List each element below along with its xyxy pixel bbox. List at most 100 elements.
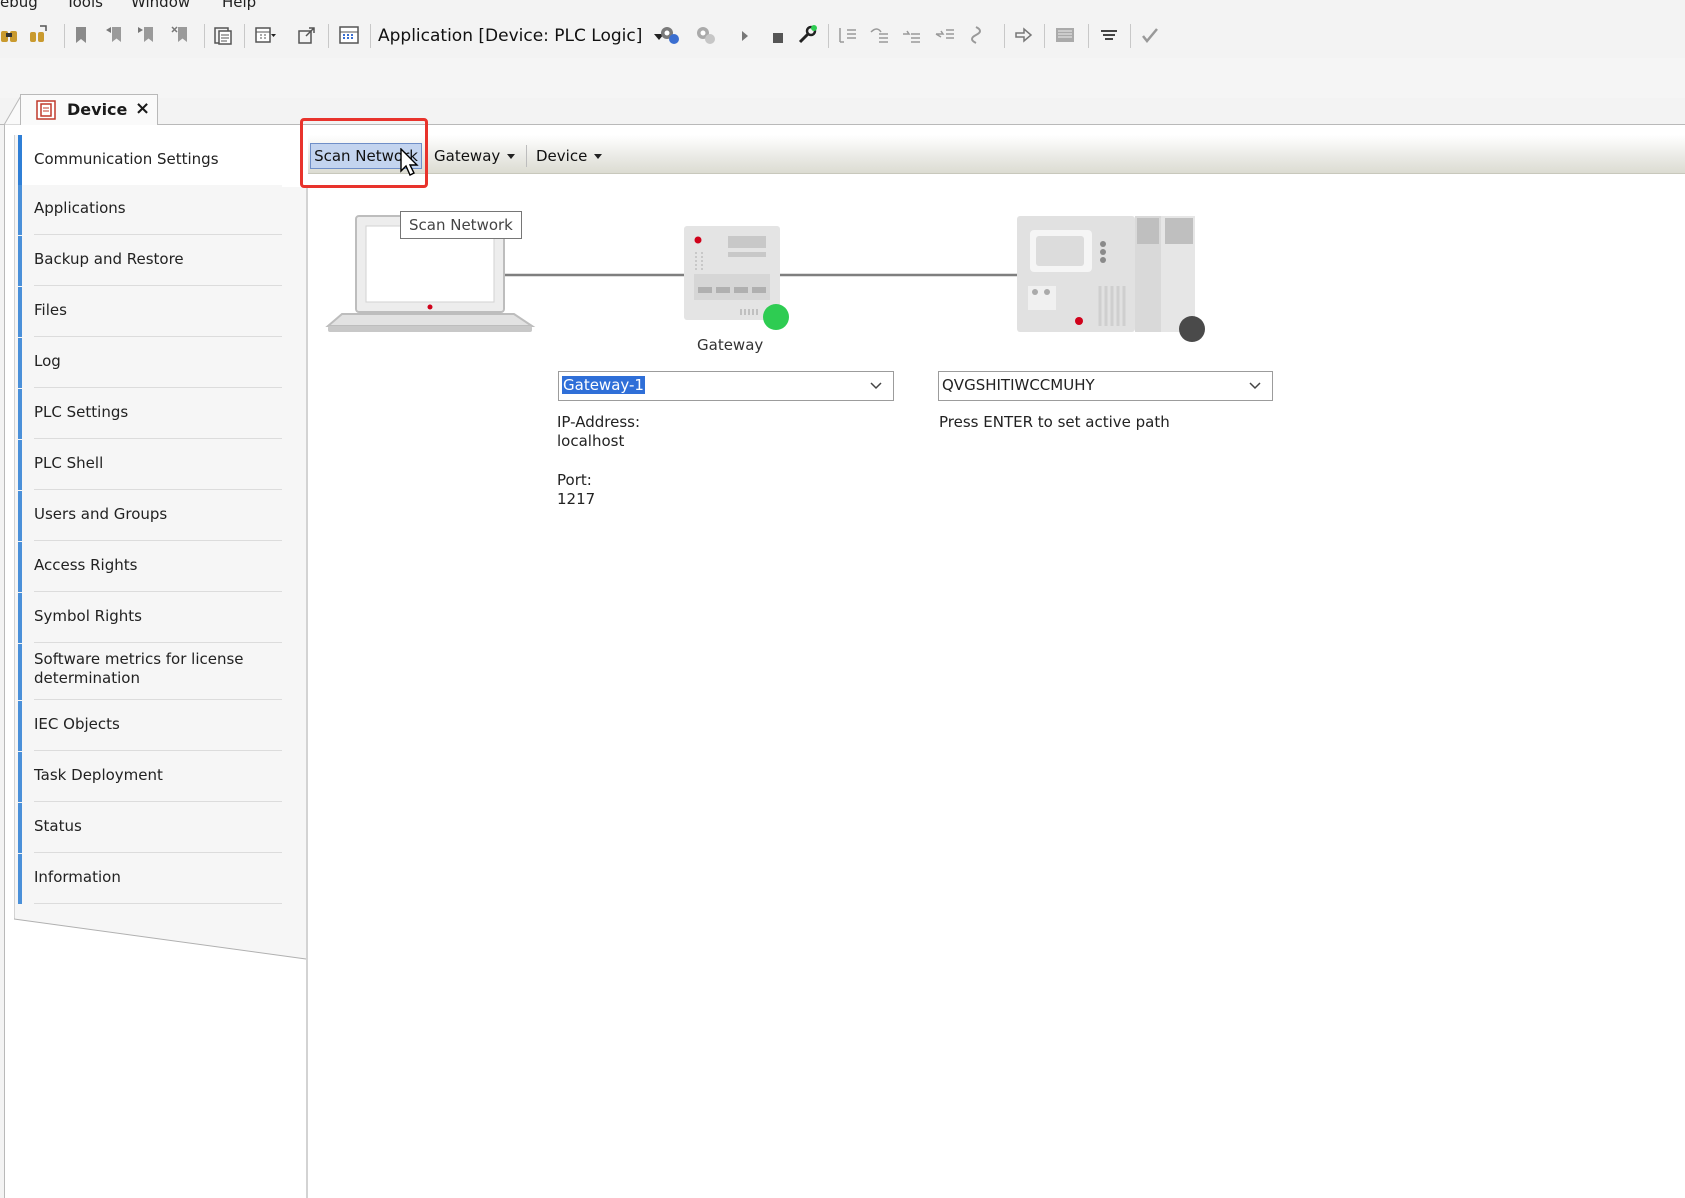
menu-bar: ebug Tools Window Help (0, 0, 1685, 14)
sidebar-item-label: PLC Settings (34, 403, 129, 421)
sidebar-separator (34, 387, 282, 388)
stop-icon[interactable] (766, 24, 788, 46)
sidebar-item-label: Log (34, 352, 61, 370)
bookmark-prev-icon[interactable] (104, 24, 126, 46)
device-hint: Press ENTER to set active path (939, 413, 1170, 431)
device-sidebar: Communication Settings Applications Backup… (14, 135, 308, 1198)
sidebar-item[interactable]: Backup and Restore (18, 236, 282, 286)
sidebar-separator (34, 336, 282, 337)
sidebar-item[interactable]: Users and Groups (18, 491, 282, 541)
sidebar-item[interactable]: Symbol Rights (18, 593, 282, 643)
sidebar-separator (34, 438, 282, 439)
sidebar-item-label: Applications (34, 199, 126, 217)
sidebar-item[interactable]: Communication Settings (18, 135, 308, 187)
device-status-indicator (1179, 316, 1205, 342)
sidebar-separator (34, 540, 282, 541)
sidebar-item[interactable]: Task Deployment (18, 752, 282, 802)
sidebar-separator (34, 852, 282, 853)
sidebar-item[interactable]: Status (18, 803, 282, 853)
sidebar-item-label: Symbol Rights (34, 607, 142, 625)
sidebar-item-label: Task Deployment (34, 766, 163, 784)
sidebar-item[interactable]: Information (18, 854, 282, 904)
tab-device[interactable]: Device × (20, 94, 158, 126)
sidebar-separator (34, 903, 282, 904)
plc-device-icon (1017, 216, 1205, 342)
sidebar-separator (34, 591, 282, 592)
menu-window[interactable]: Window (131, 0, 190, 11)
bookmark-icon[interactable] (70, 24, 92, 46)
bookmark-next-icon[interactable] (136, 24, 158, 46)
sidebar-item[interactable]: Software metrics for license determinati… (18, 644, 282, 700)
sidebar-item[interactable]: Access Rights (18, 542, 282, 592)
device-select[interactable]: QVGSHITIWCCMUHY (938, 371, 1273, 401)
sidebar-item-label: PLC Shell (34, 454, 104, 472)
gateway-label: Gateway (697, 336, 764, 354)
tab-device-label: Device (67, 100, 128, 119)
gateway-port-label: Port: (557, 471, 592, 489)
logout-icon[interactable] (694, 24, 716, 46)
binoculars-replace-icon[interactable] (28, 24, 50, 46)
run-icon[interactable] (734, 24, 756, 46)
sidebar-separator (34, 285, 282, 286)
sidebar-item[interactable]: PLC Settings (18, 389, 282, 439)
gateway-select-value: Gateway-1 (562, 376, 645, 394)
content-toolbar: Scan Network Gateway Device (308, 135, 1685, 174)
close-icon[interactable]: × (135, 98, 150, 119)
sidebar-item-label: IEC Objects (34, 715, 120, 733)
sidebar-separator (34, 642, 282, 643)
sidebar-item[interactable]: Log (18, 338, 282, 388)
sidebar-item[interactable]: IEC Objects (18, 701, 282, 751)
login-icon[interactable] (658, 24, 680, 46)
chevron-down-icon (1249, 382, 1261, 390)
scan-network-tooltip: Scan Network (400, 211, 522, 239)
gateway-menu-label: Gateway (434, 147, 501, 165)
bookmark-clear-icon[interactable] (170, 24, 192, 46)
gateway-icon (684, 226, 789, 330)
gateway-select[interactable]: Gateway-1 (558, 371, 894, 401)
main-toolbar: Application [Device: PLC Logic] (0, 14, 1685, 58)
gateway-ip-value: localhost (557, 432, 625, 450)
binoculars-icon[interactable] (0, 24, 22, 46)
sidebar-separator (34, 750, 282, 751)
calendar-dropdown-icon[interactable] (254, 24, 276, 46)
show-next-statement-icon[interactable] (968, 24, 990, 46)
sidebar-item-label: Software metrics for license determinati… (34, 650, 244, 687)
sidebar-item[interactable]: Applications (18, 185, 282, 235)
run-to-cursor-icon[interactable] (934, 24, 956, 46)
sidebar-separator (34, 489, 282, 490)
sidebar-item-label: Communication Settings (34, 150, 219, 168)
sidebar-item-label: Files (34, 301, 67, 319)
step-into-icon[interactable] (836, 24, 858, 46)
device-menu-label: Device (536, 147, 588, 165)
sidebar-item-label: Information (34, 868, 121, 886)
mouse-cursor-icon (400, 148, 419, 176)
paste-icon[interactable] (212, 24, 234, 46)
breakpoint-icon[interactable] (1012, 24, 1034, 46)
write-icon[interactable] (1140, 24, 1162, 46)
sidebar-separator (34, 699, 282, 700)
monitor-icon[interactable] (1054, 24, 1076, 46)
menu-debug[interactable]: ebug (0, 0, 38, 11)
reset-icon[interactable] (796, 24, 818, 46)
step-over-icon[interactable] (868, 24, 890, 46)
build-icon[interactable] (338, 24, 360, 46)
dropdown-arrow-icon (507, 154, 516, 159)
device-menu[interactable]: Device (536, 143, 605, 169)
device-icon (36, 100, 56, 120)
sidebar-item[interactable]: PLC Shell (18, 440, 282, 490)
menu-help[interactable]: Help (222, 0, 256, 11)
sidebar-item-label: Backup and Restore (34, 250, 184, 268)
dropdown-arrow-icon (594, 154, 603, 159)
gateway-menu[interactable]: Gateway (434, 143, 518, 169)
sidebar-separator (34, 234, 282, 235)
chevron-down-icon (870, 382, 882, 390)
export-icon[interactable] (296, 24, 318, 46)
step-out-icon[interactable] (900, 24, 922, 46)
application-select[interactable]: Application [Device: PLC Logic] (378, 22, 666, 50)
force-icon[interactable] (1098, 24, 1120, 46)
sidebar-separator (34, 801, 282, 802)
sidebar-item-label: Access Rights (34, 556, 138, 574)
gateway-port-value: 1217 (557, 490, 596, 508)
menu-tools[interactable]: Tools (66, 0, 103, 11)
sidebar-item[interactable]: Files (18, 287, 282, 337)
